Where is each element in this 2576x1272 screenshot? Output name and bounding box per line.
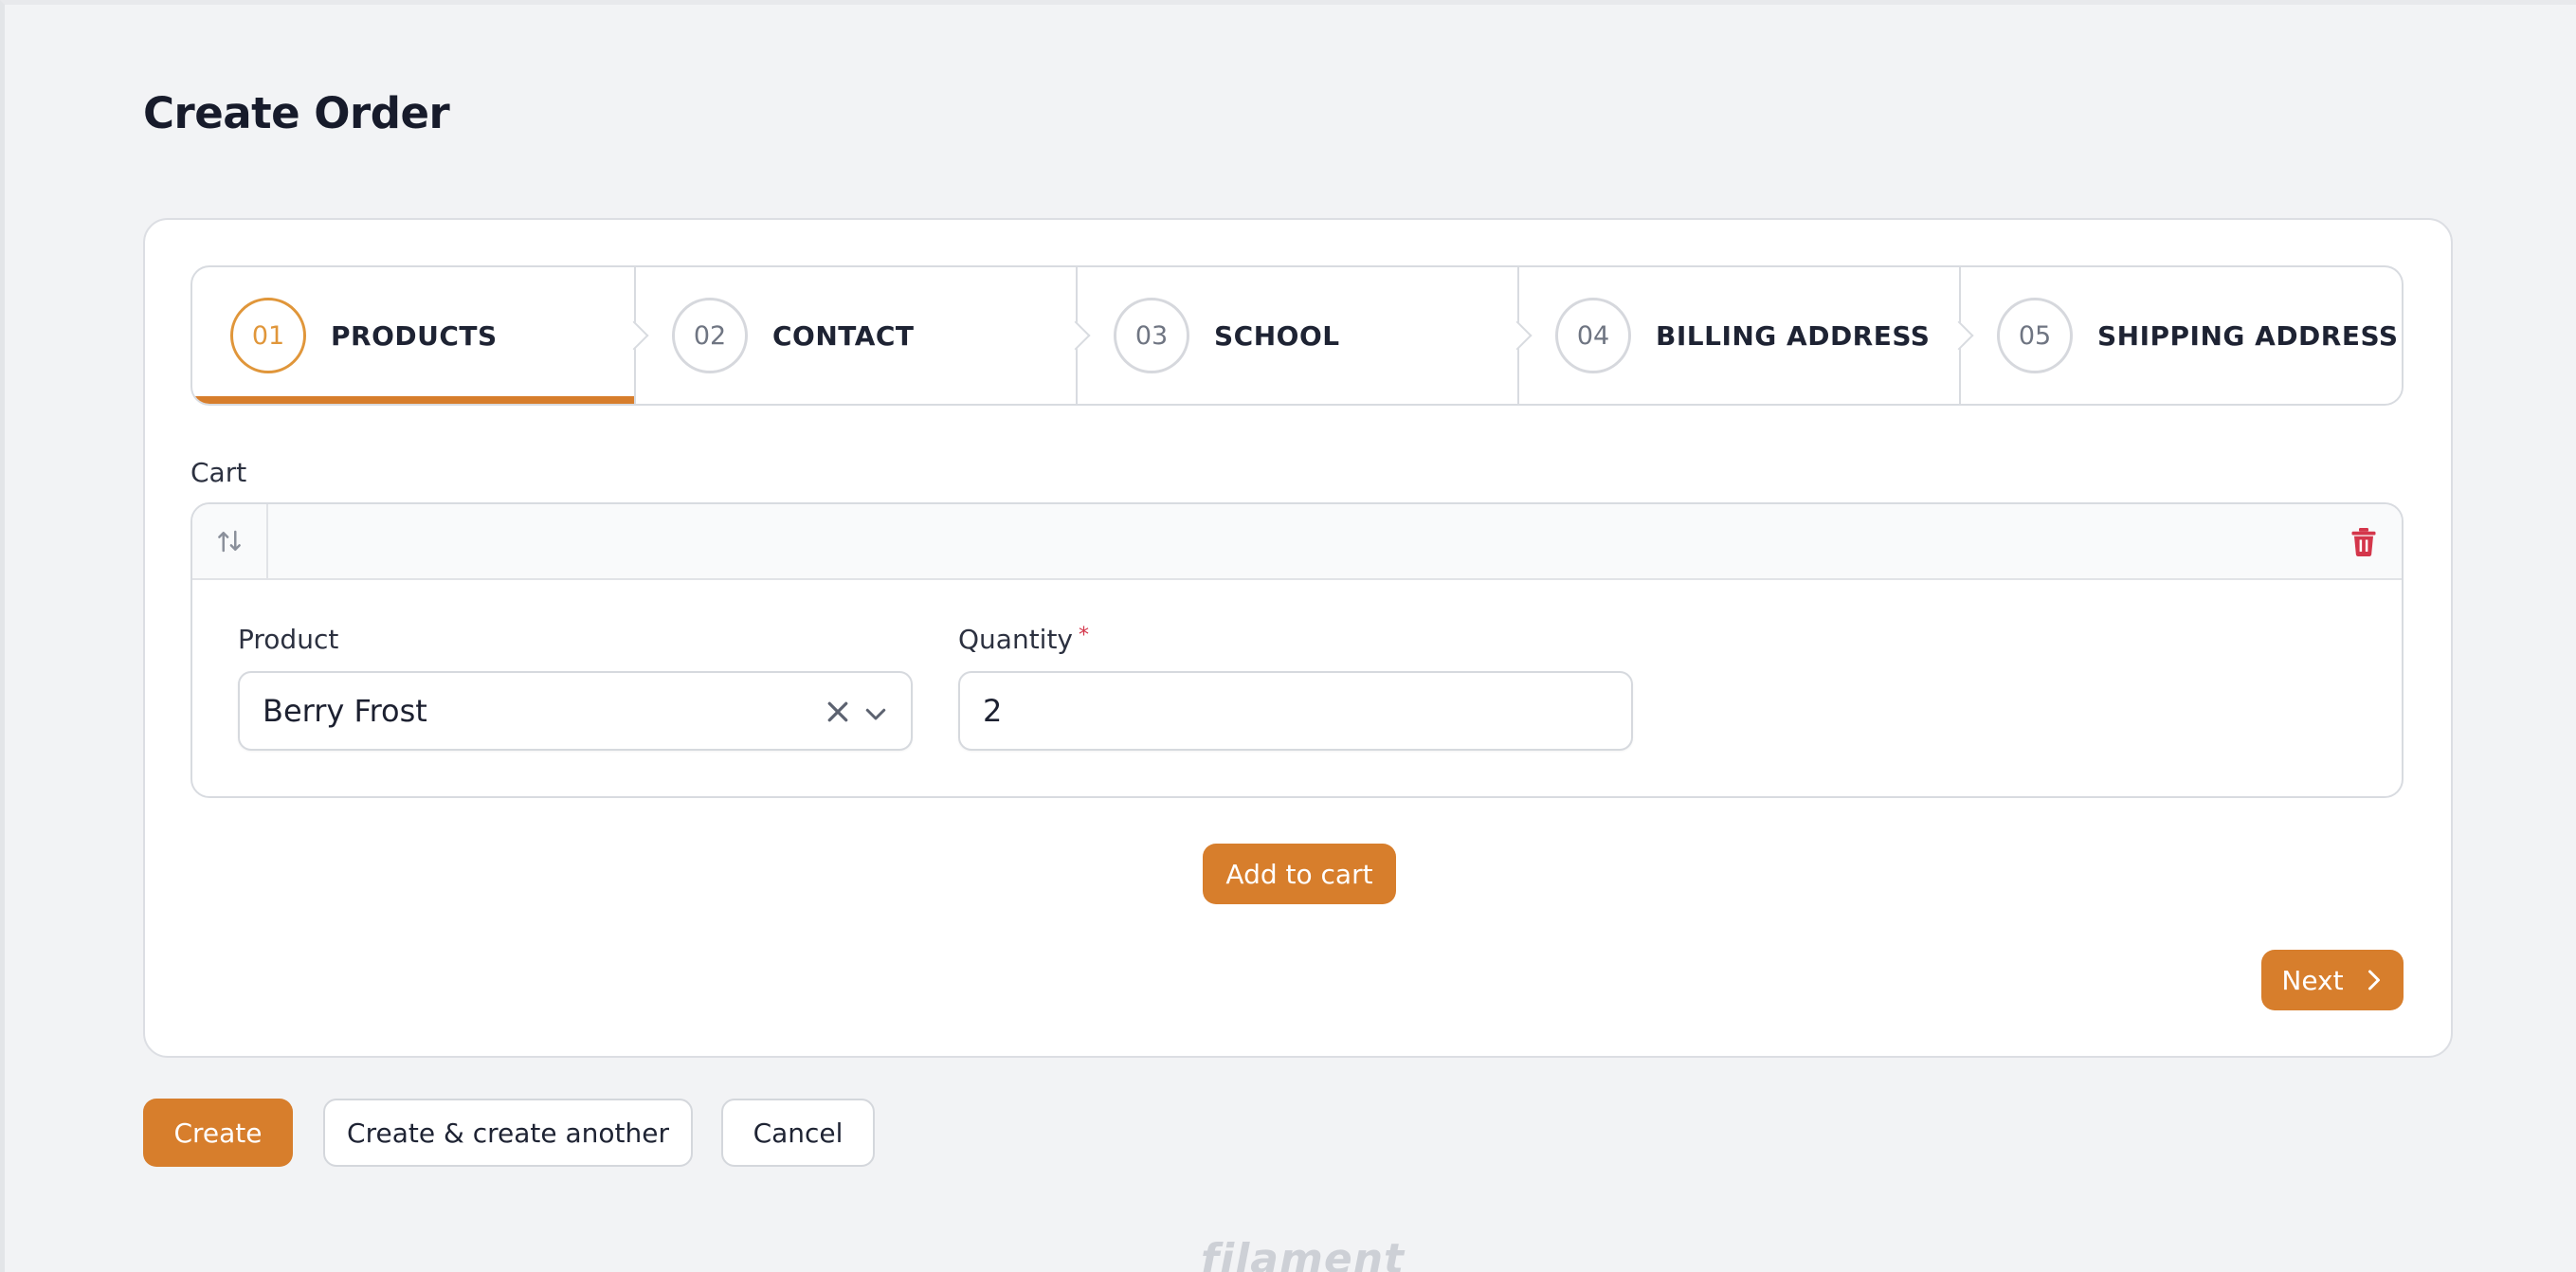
wizard-steps: 01 PRODUCTS 02 CONTACT 03 SCHOOL 04 BILL… — [190, 265, 2404, 406]
tab-contact[interactable]: 02 CONTACT — [634, 267, 1076, 404]
trash-icon — [2351, 528, 2376, 556]
delete-item-button[interactable] — [2347, 525, 2381, 559]
x-mark-icon[interactable] — [824, 698, 852, 726]
step-number-circle: 03 — [1114, 298, 1189, 373]
next-button[interactable]: Next — [2261, 950, 2404, 1010]
quantity-label-text: Quantity — [958, 624, 1073, 655]
tab-products[interactable]: 01 PRODUCTS — [192, 267, 634, 404]
create-another-button[interactable]: Create & create another — [323, 1099, 693, 1167]
step-label: CONTACT — [772, 319, 915, 352]
create-button[interactable]: Create — [143, 1099, 293, 1167]
tab-shipping-address[interactable]: 05 SHIPPING ADDRESS — [1959, 267, 2401, 404]
reorder-handle[interactable] — [192, 504, 268, 578]
step-number-circle: 01 — [230, 298, 306, 373]
required-asterisk: * — [1079, 624, 1089, 647]
product-field-label: Product — [238, 624, 339, 655]
order-form-card: 01 PRODUCTS 02 CONTACT 03 SCHOOL 04 BILL… — [143, 218, 2453, 1058]
tab-billing-address[interactable]: 04 BILLING ADDRESS — [1517, 267, 1959, 404]
quantity-input[interactable]: 2 — [958, 671, 1633, 751]
product-select-value: Berry Frost — [263, 693, 427, 729]
arrows-up-down-icon — [218, 530, 241, 553]
step-number-circle: 05 — [1997, 298, 2073, 373]
step-number-circle: 02 — [672, 298, 748, 373]
filament-logo: filament — [1201, 1235, 1406, 1272]
quantity-input-value: 2 — [983, 693, 1003, 729]
next-button-label: Next — [2281, 964, 2344, 996]
quantity-field-label: Quantity * — [958, 624, 1089, 655]
add-to-cart-button[interactable]: Add to cart — [1203, 844, 1396, 904]
repeater-item-header — [192, 504, 2402, 580]
page: Create Order 01 PRODUCTS 02 CONTACT 03 S… — [0, 0, 2576, 1272]
step-label: BILLING ADDRESS — [1656, 319, 1931, 352]
step-number-circle: 04 — [1555, 298, 1631, 373]
step-label: SHIPPING ADDRESS — [2097, 319, 2399, 352]
tab-school[interactable]: 03 SCHOOL — [1076, 267, 1517, 404]
product-select[interactable]: Berry Frost — [238, 671, 913, 751]
cancel-button[interactable]: Cancel — [721, 1099, 875, 1167]
page-title: Create Order — [143, 88, 450, 138]
step-label: PRODUCTS — [331, 319, 498, 352]
cart-repeater-item: Product Berry Frost Quantity * 2 — [190, 502, 2404, 798]
cart-label: Cart — [190, 457, 247, 488]
chevron-right-icon — [2367, 970, 2380, 990]
step-label: SCHOOL — [1214, 319, 1340, 352]
active-step-indicator — [192, 396, 634, 404]
chevron-down-icon[interactable] — [862, 700, 890, 728]
